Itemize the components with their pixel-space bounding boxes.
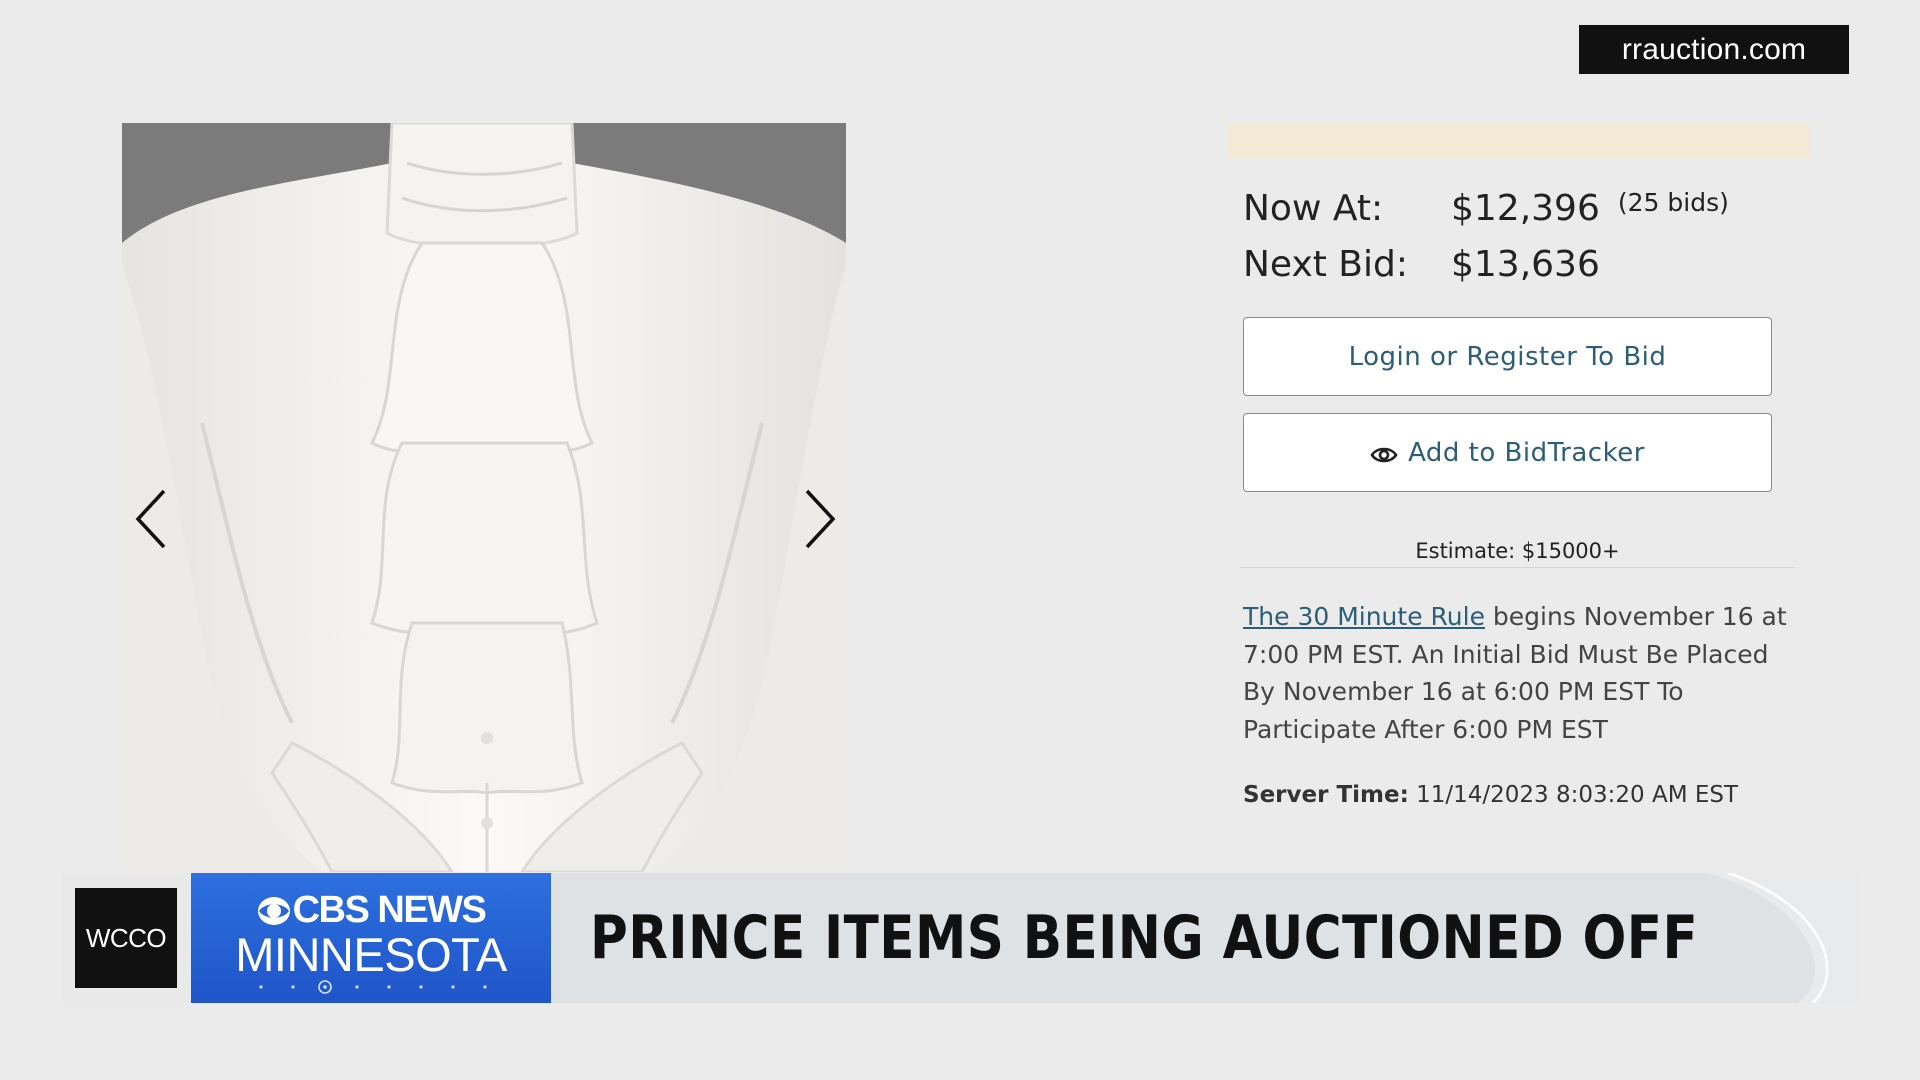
now-at-label: Now At: [1243, 188, 1384, 229]
thirty-minute-rule-link[interactable]: The 30 Minute Rule [1243, 602, 1485, 631]
estimate: Estimate: $15000+ [1415, 539, 1620, 563]
bid-count: (25 bids) [1617, 188, 1729, 217]
thirty-minute-rule-notice: The 30 Minute Rule begins November 16 at… [1243, 598, 1803, 748]
chevron-left-icon[interactable] [128, 483, 178, 555]
station-logo: WCCO [75, 888, 177, 988]
add-to-bidtracker-button[interactable]: Add to BidTracker [1243, 413, 1772, 492]
next-bid-label: Next Bid: [1243, 244, 1408, 285]
news-lower-third: WCCO CBS NEWS MINNESOTA PRINCE ITEMS BEI… [62, 873, 1858, 1003]
network-line1: CBS NEWS [292, 889, 487, 931]
station-box: WCCO [62, 873, 191, 1003]
headline: PRINCE ITEMS BEING AUCTIONED OFF [590, 903, 1699, 973]
login-register-button[interactable]: Login or Register To Bid [1243, 317, 1772, 396]
server-time-label: Server Time: [1243, 782, 1409, 808]
ruffled-shirt-image [122, 123, 846, 872]
page-indicator-dots [259, 980, 487, 994]
server-time: Server Time: 11/14/2023 8:03:20 AM EST [1243, 782, 1738, 808]
eye-icon [1370, 444, 1398, 466]
chevron-right-icon[interactable] [793, 483, 843, 555]
network-region: MINNESOTA [235, 928, 507, 981]
now-at-value: $12,396 [1451, 188, 1600, 229]
login-register-label: Login or Register To Bid [1348, 341, 1667, 372]
now-at-row: Now At: $12,396 (25 bids) [1243, 188, 1729, 229]
notice-strip [1227, 123, 1810, 157]
divider [1240, 567, 1795, 568]
server-time-value: 11/14/2023 8:03:20 AM EST [1408, 782, 1739, 808]
next-bid-value: $13,636 [1451, 244, 1600, 285]
source-tag: rrauction.com [1579, 25, 1849, 74]
decorative-swoosh [1708, 873, 1858, 1003]
product-photo [122, 123, 846, 872]
next-bid-row: Next Bid: $13,636 [1243, 244, 1600, 285]
network-box: CBS NEWS MINNESOTA [191, 873, 551, 1003]
add-to-bidtracker-label: Add to BidTracker [1408, 437, 1645, 468]
